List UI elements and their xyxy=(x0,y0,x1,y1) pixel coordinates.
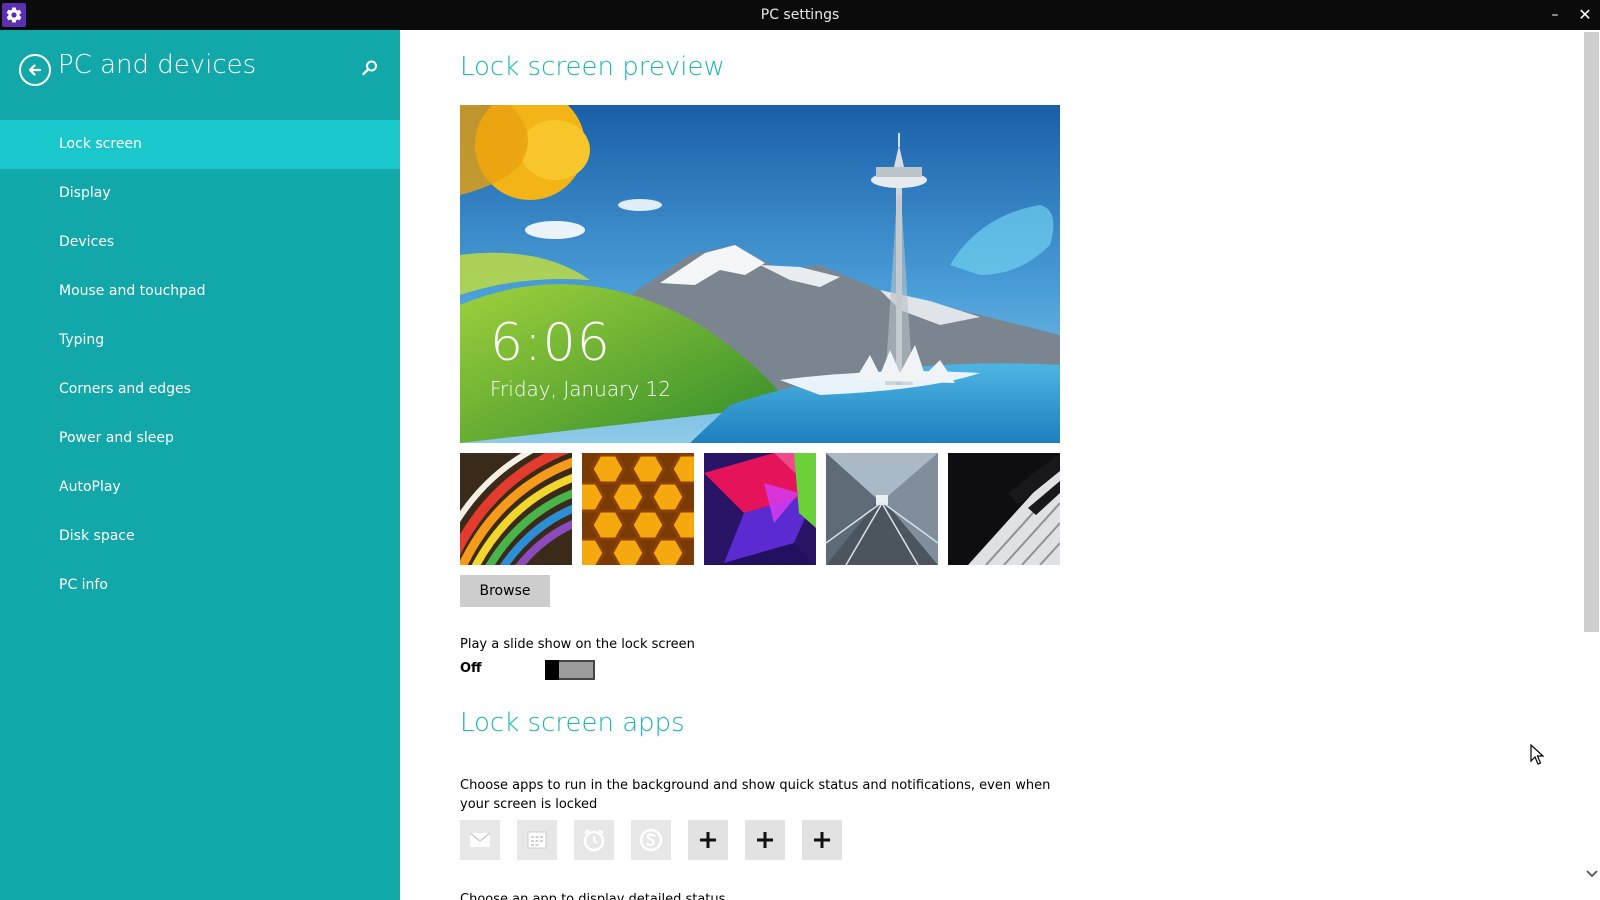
slideshow-state: Off xyxy=(460,661,482,676)
sidebar-item-disk-space[interactable]: Disk space xyxy=(0,512,400,561)
skype-app-slot[interactable] xyxy=(631,820,671,860)
honeycomb-thumbnail[interactable] xyxy=(582,453,694,565)
sidebar-item-lock-screen[interactable]: Lock screen xyxy=(0,120,400,169)
geometric-prism-thumbnail[interactable] xyxy=(704,453,816,565)
preview-date: Friday, January 12 xyxy=(490,377,671,401)
calendar-icon xyxy=(527,831,547,849)
browse-button[interactable]: Browse xyxy=(460,575,550,607)
minimize-button[interactable]: – xyxy=(1544,5,1566,25)
search-icon xyxy=(362,60,377,76)
add-icon xyxy=(757,832,773,848)
sidebar-item-typing[interactable]: Typing xyxy=(0,316,400,365)
title-bar: PC settings – ✕ xyxy=(0,0,1600,30)
sidebar-item-mouse-touchpad[interactable]: Mouse and touchpad xyxy=(0,267,400,316)
wallpaper-thumbnails xyxy=(460,453,1060,565)
scroll-down-arrow[interactable] xyxy=(1584,868,1599,888)
add-app-slot-1[interactable] xyxy=(688,820,728,860)
detailed-status-label: Choose an app to display detailed status xyxy=(460,892,726,900)
train-tunnel-thumbnail[interactable] xyxy=(826,453,938,565)
search-button[interactable] xyxy=(360,58,382,80)
lock-screen-apps-row xyxy=(460,820,860,860)
back-arrow-icon xyxy=(28,64,42,76)
back-button[interactable] xyxy=(19,54,51,86)
add-icon xyxy=(700,832,716,848)
sidebar: PC and devices Lock screen Display Devic… xyxy=(0,30,400,900)
sidebar-nav: Lock screen Display Devices Mouse and to… xyxy=(0,120,400,610)
sidebar-item-corners-edges[interactable]: Corners and edges xyxy=(0,365,400,414)
add-app-slot-3[interactable] xyxy=(802,820,842,860)
sidebar-item-display[interactable]: Display xyxy=(0,169,400,218)
chevron-down-icon xyxy=(1585,870,1598,878)
add-app-slot-2[interactable] xyxy=(745,820,785,860)
page-title: PC and devices xyxy=(58,50,257,80)
add-icon xyxy=(814,832,830,848)
lock-screen-preview: 6:06 Friday, January 12 xyxy=(460,105,1060,443)
sidebar-item-devices[interactable]: Devices xyxy=(0,218,400,267)
scrollbar-thumb[interactable] xyxy=(1584,32,1599,632)
mail-icon xyxy=(469,832,491,847)
main-content: Lock screen preview 6:06 Friday, January… xyxy=(400,30,1600,900)
close-button[interactable]: ✕ xyxy=(1574,5,1596,25)
mouse-cursor-icon xyxy=(1530,744,1544,765)
gear-icon xyxy=(2,3,26,27)
lock-screen-apps-heading: Lock screen apps xyxy=(460,708,685,738)
slideshow-label: Play a slide show on the lock screen xyxy=(460,637,695,652)
rainbow-stripes-thumbnail[interactable] xyxy=(460,453,572,565)
toggle-knob xyxy=(545,660,559,680)
alarm-icon xyxy=(583,829,605,852)
slideshow-toggle[interactable] xyxy=(545,660,595,680)
preview-time: 6:06 xyxy=(490,313,611,373)
window-title: PC settings xyxy=(760,7,840,23)
sidebar-item-pc-info[interactable]: PC info xyxy=(0,561,400,610)
sidebar-item-autoplay[interactable]: AutoPlay xyxy=(0,463,400,512)
alarm-app-slot[interactable] xyxy=(574,820,614,860)
piano-keys-thumbnail[interactable] xyxy=(948,453,1060,565)
calendar-app-slot[interactable] xyxy=(517,820,557,860)
lock-screen-preview-heading: Lock screen preview xyxy=(460,52,725,82)
lock-screen-apps-description: Choose apps to run in the background and… xyxy=(460,778,1051,812)
skype-icon xyxy=(639,828,663,852)
mail-app-slot[interactable] xyxy=(460,820,500,860)
sidebar-item-power-sleep[interactable]: Power and sleep xyxy=(0,414,400,463)
